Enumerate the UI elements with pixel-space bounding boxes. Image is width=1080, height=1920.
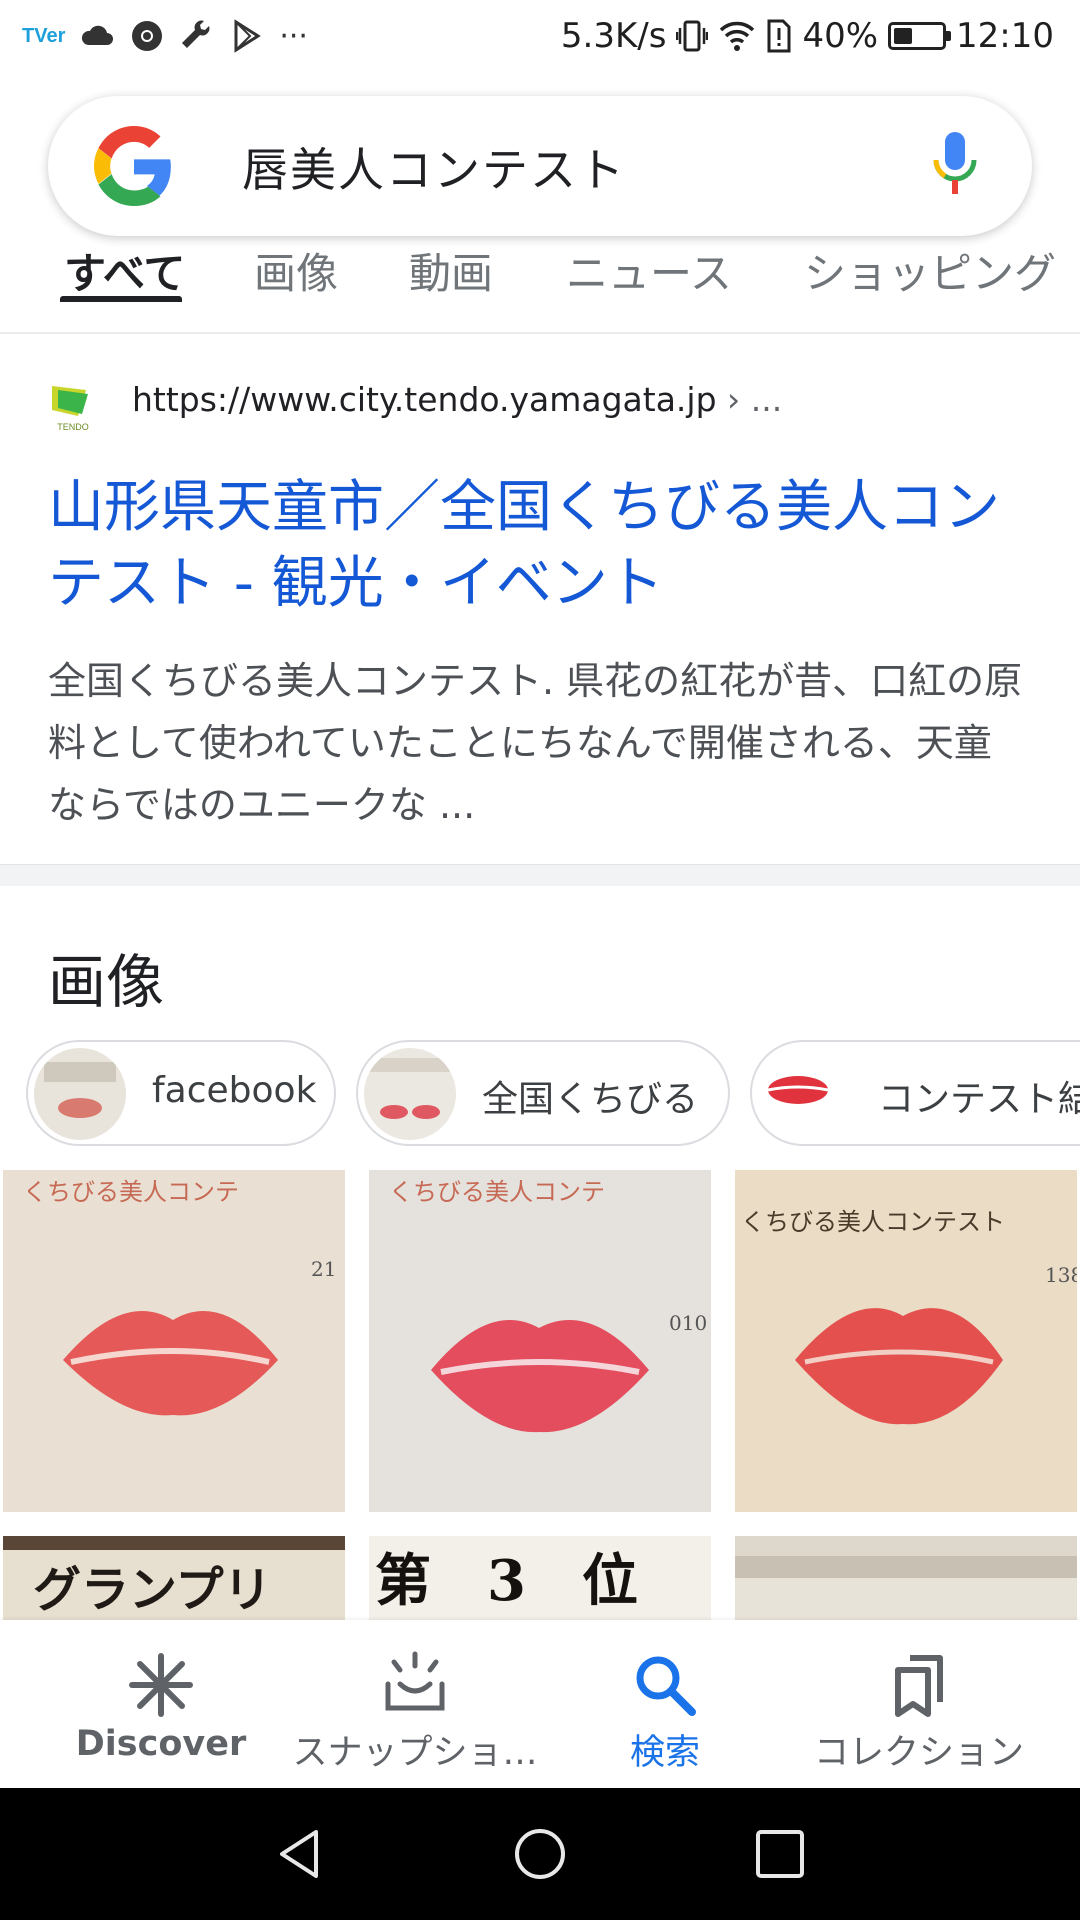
tab-shopping[interactable]: ショッピング: [804, 240, 1056, 301]
microphone-icon[interactable]: [930, 130, 980, 202]
image-result-1[interactable]: くちびる美人コンテ 21: [3, 1170, 345, 1512]
home-icon[interactable]: [512, 1826, 568, 1882]
search-tabs: すべて 画像 動画 ニュース ショッピング: [0, 226, 1080, 334]
svg-text:TENDO: TENDO: [57, 422, 89, 432]
back-icon[interactable]: [272, 1826, 328, 1882]
wifi-icon: [720, 21, 755, 51]
battery-percent: 40%: [802, 16, 879, 56]
search-bar[interactable]: 唇美人コンテスト: [48, 96, 1032, 236]
result-title-link[interactable]: 山形県天童市／全国くちびる美人コンテスト - 観光・イベント: [48, 470, 1038, 622]
nav-search[interactable]: 検索: [530, 1620, 800, 1788]
image-chip-zenkoku[interactable]: 全国くちびる: [356, 1040, 730, 1146]
nav-snapshot[interactable]: スナップショ…: [280, 1620, 550, 1788]
system-navigation-bar: [0, 1788, 1080, 1920]
tver-app-icon: TVer: [22, 24, 66, 47]
battery-icon: [888, 22, 952, 50]
chip-thumbnail: [34, 1048, 126, 1140]
nav-label: Discover: [75, 1724, 247, 1764]
tendo-favicon-icon: TENDO: [52, 386, 89, 432]
chip-label: facebook: [152, 1070, 317, 1111]
status-indicators: 5.3K/s 40% 12:10: [561, 12, 1054, 60]
chip-thumbnail: [364, 1048, 456, 1140]
vibrate-icon: [676, 20, 709, 52]
tab-images[interactable]: 画像: [254, 240, 338, 301]
more-notifications-icon: ···: [279, 18, 308, 54]
chip-label: コンテスト結: [878, 1079, 1080, 1120]
network-speed: 5.3K/s: [560, 16, 667, 56]
nav-label: 検索: [629, 1733, 700, 1773]
result-url[interactable]: https://www.city.tendo.yamagata.jp › ...: [132, 380, 782, 419]
tab-all[interactable]: すべて: [64, 240, 185, 301]
google-logo-icon: [94, 126, 171, 206]
svg-text:010: 010: [669, 1311, 707, 1335]
snapshot-icon: [385, 1651, 445, 1711]
nav-collections[interactable]: コレクション: [784, 1620, 1054, 1788]
chip-label: 全国くちびる: [482, 1079, 699, 1120]
chip-thumbnail: [758, 1048, 850, 1140]
nav-label: コレクション: [813, 1733, 1024, 1773]
clock: 12:10: [956, 16, 1054, 56]
image-result-4[interactable]: グランプリ: [3, 1536, 345, 1620]
status-bar: TVer ··· 5.3K/s 40% 12:10: [0, 0, 1080, 72]
tab-videos[interactable]: 動画: [409, 240, 493, 301]
svg-text:くちびる美人コンテ: くちびる美人コンテ: [389, 1178, 605, 1206]
image-result-5[interactable]: 第 3 位: [369, 1536, 711, 1620]
play-store-icon: [234, 19, 262, 53]
discover-icon: [129, 1653, 193, 1717]
section-divider: [0, 864, 1080, 886]
image-result-2[interactable]: くちびる美人コンテ 010: [369, 1170, 711, 1512]
image-result-3[interactable]: くちびる美人コンテスト 138: [735, 1170, 1077, 1512]
svg-text:グランプリ: グランプリ: [33, 1562, 272, 1618]
collections-icon: [895, 1655, 943, 1717]
nav-label: スナップショ…: [292, 1733, 538, 1773]
image-chip-facebook[interactable]: facebook: [26, 1040, 336, 1146]
sim-alert-icon: [767, 19, 791, 53]
svg-text:第 3 位: 第 3 位: [375, 1548, 638, 1614]
cloud-icon: [82, 25, 114, 45]
svg-text:くちびる美人コンテ: くちびる美人コンテ: [23, 1178, 239, 1206]
image-result-6[interactable]: [735, 1536, 1077, 1620]
result-snippet: 全国くちびる美人コンテスト. 県花の紅花が昔、口紅の原料として使われていたことに…: [48, 659, 1023, 827]
bottom-navigation: Discover スナップショ… 検索 コレクション: [0, 1620, 1080, 1788]
search-icon: [636, 1656, 696, 1716]
image-chip-results[interactable]: コンテスト結: [750, 1040, 1080, 1146]
recents-icon[interactable]: [752, 1826, 808, 1882]
search-query[interactable]: 唇美人コンテスト: [242, 134, 626, 200]
nav-discover[interactable]: Discover: [26, 1620, 296, 1788]
svg-text:くちびる美人コンテスト: くちびる美人コンテスト: [741, 1208, 1005, 1236]
tab-news[interactable]: ニュース: [566, 240, 732, 301]
wrench-icon: [182, 20, 210, 48]
svg-text:21: 21: [311, 1257, 336, 1281]
svg-text:138: 138: [1045, 1263, 1077, 1287]
images-heading: 画像: [48, 948, 165, 1016]
active-tab-indicator: [60, 296, 182, 302]
notification-icons: TVer ···: [22, 14, 308, 58]
result-url-host: https://www.city.tendo.yamagata.jp: [132, 380, 717, 419]
chrome-icon: [132, 21, 163, 51]
result-url-crumb: › ...: [716, 380, 783, 419]
